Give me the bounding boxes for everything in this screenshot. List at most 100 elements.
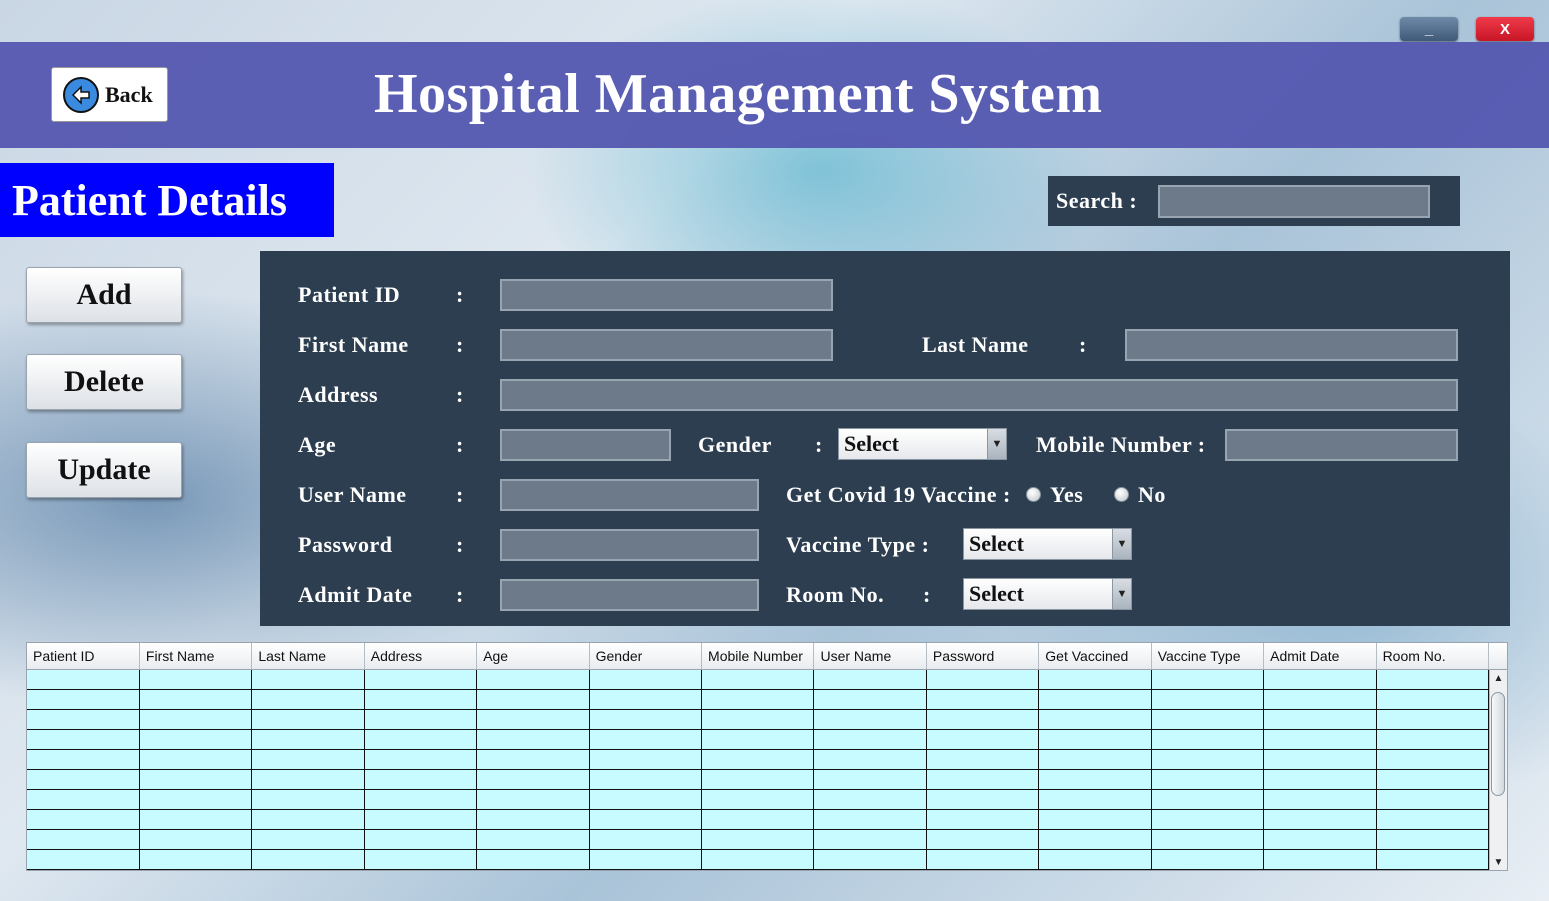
table-row[interactable] bbox=[27, 749, 1490, 770]
table-cell[interactable] bbox=[813, 689, 927, 710]
table-cell[interactable] bbox=[476, 749, 590, 770]
column-header[interactable]: Gender bbox=[589, 643, 703, 670]
table-cell[interactable] bbox=[926, 689, 1040, 710]
table-cell[interactable] bbox=[139, 729, 253, 750]
table-cell[interactable] bbox=[813, 809, 927, 830]
table-cell[interactable] bbox=[364, 789, 478, 810]
scroll-thumb[interactable] bbox=[1491, 692, 1505, 796]
table-cell[interactable] bbox=[476, 789, 590, 810]
table-cell[interactable] bbox=[1376, 709, 1490, 730]
table-cell[interactable] bbox=[476, 669, 590, 690]
table-cell[interactable] bbox=[589, 689, 703, 710]
table-row[interactable] bbox=[27, 789, 1490, 810]
table-cell[interactable] bbox=[1038, 849, 1152, 870]
table-cell[interactable] bbox=[701, 829, 815, 850]
vaccine-no-radio[interactable] bbox=[1114, 487, 1129, 502]
vaccine-type-select[interactable]: Select ▼ bbox=[963, 528, 1132, 560]
address-input[interactable] bbox=[500, 379, 1458, 411]
table-cell[interactable] bbox=[251, 669, 365, 690]
table-cell[interactable] bbox=[364, 729, 478, 750]
table-cell[interactable] bbox=[1376, 669, 1490, 690]
table-cell[interactable] bbox=[251, 689, 365, 710]
table-cell[interactable] bbox=[1038, 749, 1152, 770]
table-cell[interactable] bbox=[1376, 729, 1490, 750]
table-cell[interactable] bbox=[926, 709, 1040, 730]
table-cell[interactable] bbox=[1263, 709, 1377, 730]
table-cell[interactable] bbox=[27, 729, 140, 750]
table-cell[interactable] bbox=[1263, 769, 1377, 790]
table-cell[interactable] bbox=[27, 769, 140, 790]
column-header[interactable]: Mobile Number bbox=[701, 643, 815, 670]
table-cell[interactable] bbox=[27, 709, 140, 730]
table-cell[interactable] bbox=[1038, 729, 1152, 750]
table-cell[interactable] bbox=[27, 829, 140, 850]
table-cell[interactable] bbox=[139, 709, 253, 730]
scroll-up-icon[interactable]: ▲ bbox=[1490, 670, 1507, 686]
table-cell[interactable] bbox=[139, 809, 253, 830]
table-cell[interactable] bbox=[1038, 789, 1152, 810]
table-cell[interactable] bbox=[364, 709, 478, 730]
table-cell[interactable] bbox=[701, 709, 815, 730]
table-cell[interactable] bbox=[476, 709, 590, 730]
table-cell[interactable] bbox=[251, 809, 365, 830]
close-button[interactable]: X bbox=[1476, 17, 1534, 41]
table-cell[interactable] bbox=[1263, 809, 1377, 830]
table-cell[interactable] bbox=[813, 669, 927, 690]
table-cell[interactable] bbox=[589, 709, 703, 730]
back-button[interactable]: Back bbox=[51, 67, 168, 122]
table-cell[interactable] bbox=[364, 829, 478, 850]
column-header[interactable]: User Name bbox=[813, 643, 927, 670]
table-cell[interactable] bbox=[476, 809, 590, 830]
table-cell[interactable] bbox=[251, 769, 365, 790]
table-cell[interactable] bbox=[589, 829, 703, 850]
search-input[interactable] bbox=[1158, 185, 1430, 218]
table-cell[interactable] bbox=[701, 669, 815, 690]
table-cell[interactable] bbox=[1263, 829, 1377, 850]
table-cell[interactable] bbox=[926, 669, 1040, 690]
column-header[interactable]: Last Name bbox=[251, 643, 365, 670]
table-cell[interactable] bbox=[1263, 849, 1377, 870]
vertical-scrollbar[interactable]: ▲ ▼ bbox=[1489, 670, 1507, 870]
table-cell[interactable] bbox=[1376, 689, 1490, 710]
column-header[interactable]: Address bbox=[364, 643, 478, 670]
minimize-button[interactable]: _ bbox=[1400, 17, 1458, 41]
table-cell[interactable] bbox=[813, 729, 927, 750]
column-header[interactable]: Admit Date bbox=[1263, 643, 1377, 670]
table-cell[interactable] bbox=[476, 769, 590, 790]
table-cell[interactable] bbox=[1038, 769, 1152, 790]
table-cell[interactable] bbox=[1151, 669, 1265, 690]
table-cell[interactable] bbox=[701, 809, 815, 830]
add-button[interactable]: Add bbox=[26, 267, 182, 323]
table-row[interactable] bbox=[27, 849, 1490, 870]
table-cell[interactable] bbox=[1038, 689, 1152, 710]
scroll-down-icon[interactable]: ▼ bbox=[1490, 854, 1507, 870]
table-cell[interactable] bbox=[364, 689, 478, 710]
table-cell[interactable] bbox=[27, 789, 140, 810]
table-cell[interactable] bbox=[701, 749, 815, 770]
column-header[interactable]: Password bbox=[926, 643, 1040, 670]
table-cell[interactable] bbox=[1038, 829, 1152, 850]
table-cell[interactable] bbox=[27, 809, 140, 830]
table-cell[interactable] bbox=[1151, 789, 1265, 810]
column-header[interactable]: Patient ID bbox=[27, 643, 140, 670]
table-cell[interactable] bbox=[589, 749, 703, 770]
user-name-input[interactable] bbox=[500, 479, 759, 511]
column-header[interactable]: Vaccine Type bbox=[1151, 643, 1265, 670]
vaccine-yes-radio[interactable] bbox=[1026, 487, 1041, 502]
table-cell[interactable] bbox=[139, 829, 253, 850]
table-cell[interactable] bbox=[1376, 829, 1490, 850]
table-cell[interactable] bbox=[27, 689, 140, 710]
patient-id-input[interactable] bbox=[500, 279, 833, 311]
table-cell[interactable] bbox=[813, 709, 927, 730]
table-cell[interactable] bbox=[813, 769, 927, 790]
column-header[interactable]: Age bbox=[476, 643, 590, 670]
table-cell[interactable] bbox=[1263, 669, 1377, 690]
table-cell[interactable] bbox=[1038, 709, 1152, 730]
table-cell[interactable] bbox=[1151, 749, 1265, 770]
table-cell[interactable] bbox=[701, 769, 815, 790]
table-cell[interactable] bbox=[139, 669, 253, 690]
table-cell[interactable] bbox=[926, 789, 1040, 810]
table-cell[interactable] bbox=[139, 849, 253, 870]
table-cell[interactable] bbox=[476, 849, 590, 870]
table-cell[interactable] bbox=[926, 829, 1040, 850]
